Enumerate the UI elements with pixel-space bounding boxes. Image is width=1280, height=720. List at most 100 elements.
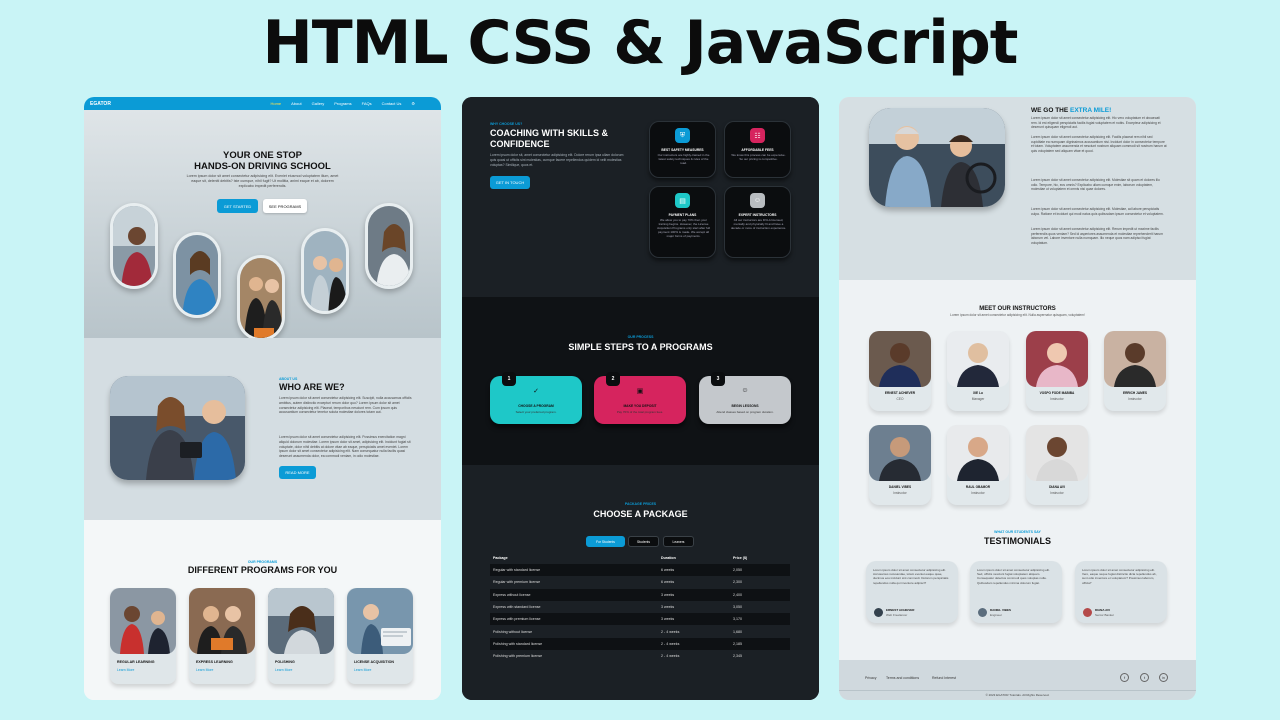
read-more-button[interactable]: READ MORE bbox=[279, 466, 316, 479]
tab-leaners[interactable]: Leaners bbox=[663, 536, 694, 547]
instructor-photo bbox=[1104, 331, 1166, 387]
nav-gallery[interactable]: Gallery bbox=[312, 101, 325, 106]
instructor-card[interactable]: XIE Lu Manager bbox=[947, 331, 1009, 411]
instructor-name: DIANA AVI bbox=[1049, 485, 1065, 489]
cell-duration: 3 weeks bbox=[658, 613, 730, 626]
instructor-card[interactable]: RAUL OBAMOR Instructor bbox=[947, 425, 1009, 505]
feature-text: All our instructors are DVLA licensed, m… bbox=[730, 218, 787, 230]
cell-price: 2,400 bbox=[730, 588, 790, 601]
instructor-role: CEO bbox=[896, 397, 904, 401]
footer-link-terms[interactable]: Terms and conditions bbox=[886, 676, 919, 680]
tab-students[interactable]: Students bbox=[628, 536, 659, 547]
step-number: 2 bbox=[606, 372, 620, 386]
step-title: BEGIN LESSONS bbox=[731, 404, 759, 408]
avatar bbox=[978, 608, 987, 617]
table-row: Express without license 3 weeks 2,400 bbox=[490, 588, 790, 601]
table-row: Polishing with premium license 2 - 4 week… bbox=[490, 650, 790, 662]
avatar bbox=[1083, 608, 1092, 617]
tab-for-students[interactable]: For Students bbox=[586, 536, 625, 547]
learn-more-link[interactable]: Learn More bbox=[196, 668, 213, 672]
testimonial-text: Lorem ipsum dolor sit amet consectetur a… bbox=[873, 568, 949, 585]
feature-card-payment: ▤ PAYMENT PLANS We allow you to pay 70% … bbox=[649, 186, 716, 258]
theme-toggle-icon[interactable]: ⚙ bbox=[411, 101, 415, 106]
cell-price: 2,185 bbox=[730, 637, 790, 651]
testimonial-card: Lorem ipsum dolor sit amet consectetur a… bbox=[970, 561, 1062, 623]
nav-faqs[interactable]: FAQs bbox=[362, 101, 372, 106]
cell-price: 2,300 bbox=[733, 580, 742, 585]
hero-photo-5 bbox=[365, 203, 413, 289]
feature-text: We allow you to pay 70% then your traini… bbox=[657, 218, 710, 238]
instructor-card[interactable]: ERRICH JAMES Instructor bbox=[1104, 331, 1166, 411]
program-photo bbox=[268, 588, 334, 654]
nav-about[interactable]: About bbox=[291, 101, 301, 106]
program-card-regular[interactable]: REGULAR LEARNING Learn More bbox=[110, 588, 176, 684]
why-title-line2: CONFIDENCE bbox=[490, 139, 550, 149]
cell-package: Express with premium license bbox=[490, 613, 658, 626]
cell-price: 2,050 bbox=[730, 564, 790, 577]
extra-mile-title: WE GO THE EXTRA MILE! bbox=[1031, 107, 1111, 114]
nav-home[interactable]: Home bbox=[270, 101, 281, 106]
facebook-icon[interactable]: f bbox=[1120, 673, 1129, 682]
extra-mile-section: WE GO THE EXTRA MILE! Lorem ipsum dolor … bbox=[839, 97, 1196, 280]
instructors-title: MEET OUR INSTRUCTORS bbox=[979, 306, 1056, 312]
table-row: Regular with premium license 6 weeks 2,300 bbox=[490, 576, 790, 588]
about-paragraph-1: Lorem ipsum dolor sit amet consectetur a… bbox=[279, 396, 412, 415]
avatar bbox=[874, 608, 883, 617]
extra-mile-paragraph-5: Lorem ipsum dolor sit amet consectetur a… bbox=[1031, 227, 1163, 246]
hero-subtitle: Lorem ipsum dolor sit amet consectetur a… bbox=[186, 174, 339, 188]
get-in-touch-button[interactable]: GET IN TOUCH bbox=[490, 176, 530, 189]
instructor-name: RAUL OBAMOR bbox=[965, 485, 991, 489]
instructor-card[interactable]: DANIEL VIBES Instructor bbox=[869, 425, 931, 505]
package-table: Package Duration Price ($) Regular with … bbox=[490, 552, 790, 662]
hero-photo-4 bbox=[301, 228, 349, 314]
feature-card-instructors: ☺ EXPERT INSTRUCTORS All our instructors… bbox=[724, 186, 791, 258]
extra-mile-title-accent: EXTRA MILE! bbox=[1070, 107, 1112, 114]
cell-package: Regular with standard license bbox=[490, 564, 658, 577]
headline: HTML CSS & JavaScript bbox=[262, 8, 1019, 78]
nav-contact[interactable]: Contact Us bbox=[382, 101, 402, 106]
programs-section: OUR PROGRAMS DIFFERENT PROGRAMS FOR YOU … bbox=[84, 520, 441, 700]
cell-duration: 3 weeks bbox=[658, 588, 730, 601]
program-title: REGULAR LEARNING bbox=[117, 660, 155, 664]
instructor-card[interactable]: DIANA AVI Instructor bbox=[1026, 425, 1088, 505]
cell-price: 3,170 bbox=[730, 613, 790, 626]
get-started-button[interactable]: GET STARTED bbox=[217, 199, 258, 213]
instructor-photo bbox=[1026, 331, 1088, 387]
see-programs-button[interactable]: SEE PROGRAMS bbox=[263, 199, 307, 213]
learn-more-link[interactable]: Learn More bbox=[117, 668, 134, 672]
footer-link-refund[interactable]: Refund Interest bbox=[932, 676, 956, 680]
instructor-car-photo bbox=[869, 108, 1005, 207]
table-row: Express with standard license 3 weeks 3,05… bbox=[490, 601, 790, 613]
table-header-row: Package Duration Price ($) bbox=[490, 552, 790, 564]
instagram-icon[interactable]: in bbox=[1159, 673, 1168, 682]
learn-more-link[interactable]: Learn More bbox=[354, 668, 371, 672]
nav-programs[interactable]: Programs bbox=[334, 101, 351, 106]
learn-more-link[interactable]: Learn More bbox=[275, 668, 292, 672]
why-choose-section: WHY CHOOSE US? COACHING WITH SKILLS & CO… bbox=[462, 97, 819, 297]
step-card-2: 2 ▣ MAKE YOU DEPOSIT Pay 70% of the tota… bbox=[594, 372, 686, 424]
instructors-subtitle: Lorem ipsum dolor sit amet consectetur a… bbox=[950, 313, 1085, 317]
testimonial-name: DIANA AVI bbox=[1095, 608, 1110, 612]
logo[interactable]: EGATOR bbox=[90, 101, 111, 107]
about-title: WHO ARE WE? bbox=[279, 382, 345, 392]
footer-link-privacy[interactable]: Privacy bbox=[865, 676, 876, 680]
why-text: Lorem ipsum dolor sit, amet consectetur … bbox=[490, 153, 624, 167]
steps-tag: OUR PROCESS bbox=[627, 335, 654, 339]
instructor-card[interactable]: VOSPO FODE MABIBA Instructor bbox=[1026, 331, 1088, 411]
steering-icon: ☺ bbox=[741, 387, 749, 394]
payment-icon: ▤ bbox=[675, 193, 690, 208]
about-photo bbox=[110, 376, 245, 480]
program-card-polishing[interactable]: POLISHING Learn More bbox=[268, 588, 334, 684]
testimonial-card: Lorem ipsum dolor sit amet consectetur a… bbox=[866, 561, 958, 623]
program-card-license[interactable]: LICENSE ACQUISITION Learn More bbox=[347, 588, 413, 684]
instructor-photo bbox=[869, 425, 931, 481]
cell-duration: 2 - 4 weeks bbox=[661, 629, 680, 634]
step-title: CHOOSE A PROGRAM bbox=[518, 404, 554, 408]
step-number: 1 bbox=[502, 372, 516, 386]
hero-photo-1 bbox=[110, 203, 158, 289]
instructor-card[interactable]: ERNEST ACHIEVER CEO bbox=[869, 331, 931, 411]
hero-photo-3 bbox=[237, 255, 285, 341]
instructor-role: Instructor bbox=[1050, 491, 1064, 495]
twitter-icon[interactable]: t bbox=[1140, 673, 1149, 682]
program-card-express[interactable]: EXPRESS LEARNING Learn More bbox=[189, 588, 255, 684]
